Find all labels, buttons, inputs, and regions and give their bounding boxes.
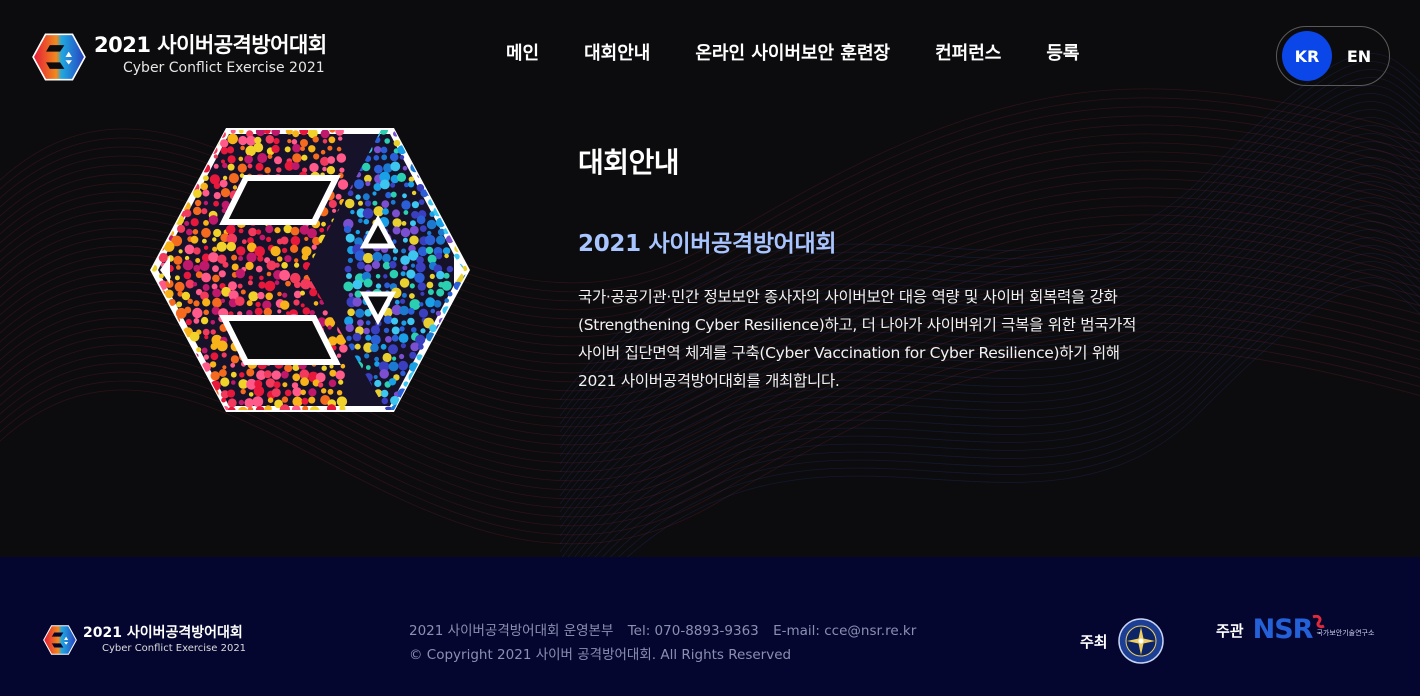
- footer-brand: 2021 사이버공격방어대회 Cyber Conflict Exercise 2…: [43, 623, 246, 657]
- description-line: 사이버 집단면역 체계를 구축(Cyber Vaccination for Cy…: [578, 344, 1120, 362]
- main-nav: 메인 대회안내 온라인 사이버보안 훈련장 컨퍼런스 등록: [506, 42, 1079, 66]
- description-line: (Strengthening Cyber Resilience)하고, 더 나아…: [578, 316, 1137, 334]
- about-section: 대회안내 2021 사이버공격방어대회 국가·공공기관·민간 정보보안 종사자의…: [578, 145, 1218, 395]
- cce-emblem: [150, 128, 470, 412]
- footer-copyright: © Copyright 2021 사이버 공격방어대회. All Rights …: [409, 647, 792, 663]
- site-footer: 2021 사이버공격방어대회 Cyber Conflict Exercise 2…: [0, 557, 1420, 696]
- section-title: 대회안내: [578, 146, 680, 179]
- language-switcher: KR EN: [1276, 26, 1390, 86]
- event-title: 2021 사이버공격방어대회: [578, 231, 837, 257]
- description-line: 국가·공공기관·민간 정보보안 종사자의 사이버보안 대응 역량 및 사이버 회…: [578, 288, 1118, 306]
- nsr-org-name: 국가보안기술연구소: [1316, 629, 1375, 637]
- nis-seal-icon[interactable]: [1117, 617, 1165, 665]
- footer-info: 2021 사이버공격방어대회 운영본부 Tel: 070-8893-9363 E…: [409, 619, 926, 667]
- lang-en-button[interactable]: EN: [1334, 31, 1384, 81]
- host-info: 주최: [1080, 617, 1165, 665]
- footer-email[interactable]: E-mail: cce@nsr.re.kr: [773, 623, 916, 639]
- nav-item-training[interactable]: 온라인 사이버보안 훈련장: [695, 42, 890, 66]
- org-info: 주관 NSR 국가보안기술연구소: [1216, 615, 1374, 645]
- nav-item-main[interactable]: 메인: [506, 42, 539, 66]
- brand-home-link[interactable]: 2021 사이버공격방어대회 Cyber Conflict Exercise 2…: [32, 30, 327, 84]
- nsr-flag-icon: [1312, 615, 1325, 629]
- event-description: 국가·공공기관·민간 정보보안 종사자의 사이버보안 대응 역량 및 사이버 회…: [578, 283, 1218, 395]
- brand-subtitle: Cyber Conflict Exercise 2021: [123, 60, 325, 76]
- hero-section: 2021 사이버공격방어대회 Cyber Conflict Exercise 2…: [0, 0, 1420, 557]
- lang-kr-button[interactable]: KR: [1282, 31, 1332, 81]
- nsr-logo[interactable]: NSR 국가보안기술연구소: [1253, 615, 1375, 645]
- footer-organizer: 2021 사이버공격방어대회 운영본부: [409, 623, 614, 639]
- nsr-logo-text: NSR: [1252, 614, 1314, 645]
- cce-logo-icon: [32, 33, 86, 81]
- host-label: 주최: [1080, 632, 1108, 651]
- footer-brand-title: 2021 사이버공격방어대회: [83, 625, 243, 641]
- cce-logo-icon: [43, 625, 77, 655]
- description-line: 2021 사이버공격방어대회를 개최합니다.: [578, 372, 840, 390]
- org-label: 주관: [1216, 621, 1244, 640]
- footer-brand-subtitle: Cyber Conflict Exercise 2021: [102, 643, 247, 654]
- nav-item-about[interactable]: 대회안내: [584, 42, 650, 66]
- brand-title: 2021 사이버공격방어대회: [94, 33, 327, 57]
- footer-tel: Tel: 070-8893-9363: [627, 623, 759, 639]
- nav-item-register[interactable]: 등록: [1046, 42, 1079, 66]
- nav-item-conference[interactable]: 컨퍼런스: [935, 42, 1001, 66]
